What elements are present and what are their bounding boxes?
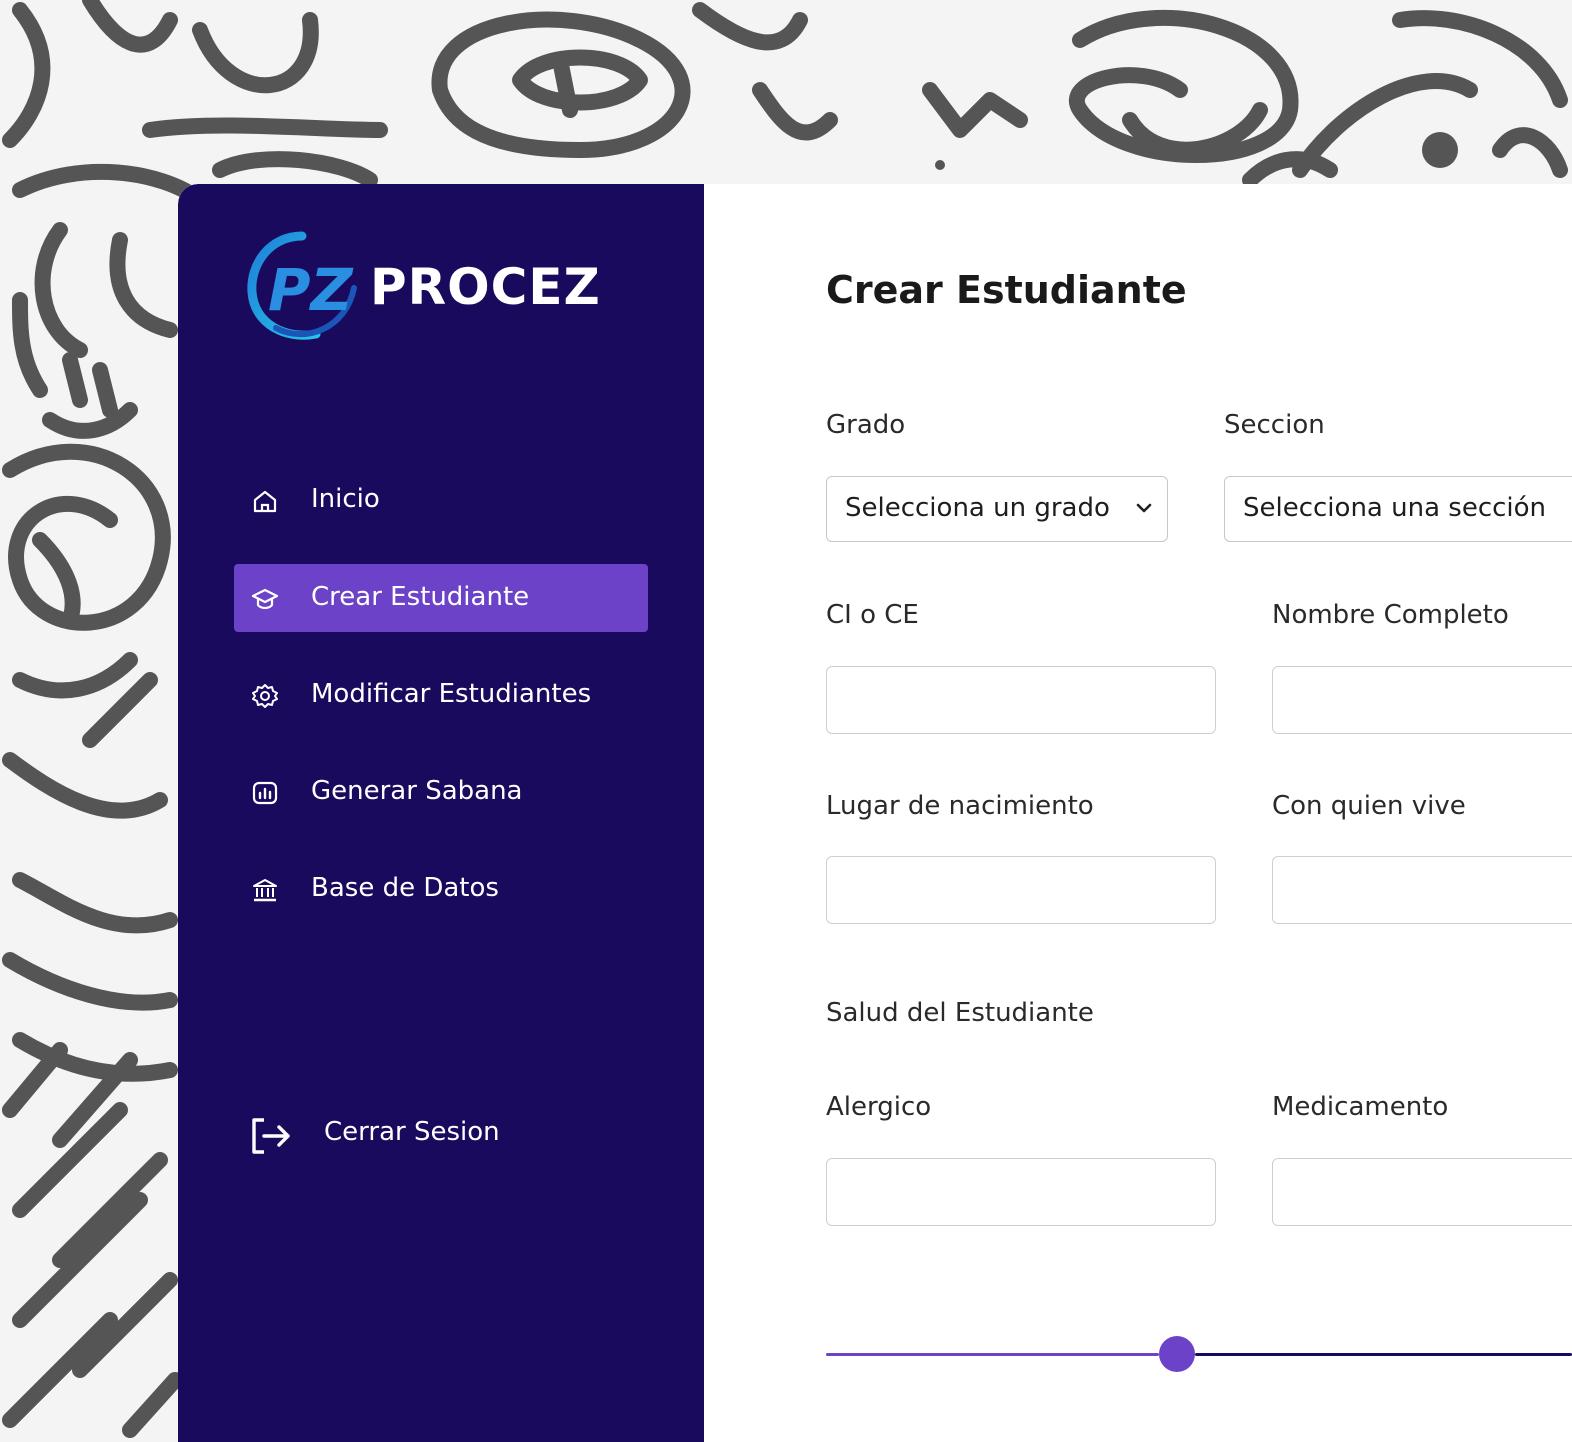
sidebar-item-label: Base de Datos xyxy=(311,873,499,903)
grado-label: Grado xyxy=(826,410,906,440)
slider-track-remaining xyxy=(1195,1353,1572,1356)
sidebar-item-base-de-datos[interactable]: Base de Datos xyxy=(234,855,648,923)
progress-slider[interactable] xyxy=(826,1334,1572,1374)
seccion-label: Seccion xyxy=(1224,410,1325,440)
lugar-nacimiento-input[interactable] xyxy=(826,856,1216,924)
medicamento-input[interactable] xyxy=(1272,1158,1572,1226)
sidebar-item-label: Inicio xyxy=(311,484,380,514)
sidebar-item-crear-estudiante[interactable]: Crear Estudiante xyxy=(234,564,648,632)
app-name: PROCEZ xyxy=(370,258,601,316)
page-title: Crear Estudiante xyxy=(826,268,1187,312)
app-window: PZ PROCEZ Inicio Crear Estudiante Modifi… xyxy=(178,184,1572,1442)
svg-text:PZ: PZ xyxy=(268,256,354,324)
alergico-input[interactable] xyxy=(826,1158,1216,1226)
lugar-nacimiento-label: Lugar de nacimiento xyxy=(826,791,1094,821)
ci-label: CI o CE xyxy=(826,600,919,630)
nombre-completo-label: Nombre Completo xyxy=(1272,600,1509,630)
logo[interactable]: PZ PROCEZ xyxy=(246,228,626,348)
sidebar-item-label: Crear Estudiante xyxy=(311,582,530,612)
chevron-down-icon xyxy=(1136,503,1152,513)
sidebar-item-generar-sabana[interactable]: Generar Sabana xyxy=(234,758,648,826)
con-quien-vive-input[interactable] xyxy=(1272,856,1572,924)
sidebar-item-inicio[interactable]: Inicio xyxy=(234,466,648,534)
ci-input[interactable] xyxy=(826,666,1216,734)
home-icon xyxy=(250,486,280,516)
sidebar: PZ PROCEZ Inicio Crear Estudiante Modifi… xyxy=(178,184,704,1442)
sidebar-item-label: Generar Sabana xyxy=(311,776,523,806)
seccion-select[interactable]: Selecciona una sección xyxy=(1224,476,1572,542)
logout-button[interactable]: Cerrar Sesion xyxy=(248,1114,548,1158)
slider-track-filled xyxy=(826,1353,1159,1356)
chart-icon xyxy=(250,778,280,808)
seccion-select-value: Selecciona una sección xyxy=(1243,493,1547,523)
bank-icon xyxy=(250,875,280,905)
grado-select[interactable]: Selecciona un grado xyxy=(826,476,1168,542)
logout-icon xyxy=(248,1114,294,1158)
alergico-label: Alergico xyxy=(826,1092,932,1122)
sidebar-item-label: Modificar Estudiantes xyxy=(311,679,592,709)
logout-label: Cerrar Sesion xyxy=(324,1117,500,1147)
con-quien-vive-label: Con quien vive xyxy=(1272,791,1466,821)
slider-thumb[interactable] xyxy=(1159,1336,1195,1372)
main-content: Crear Estudiante Grado Selecciona un gra… xyxy=(704,184,1572,1442)
sidebar-item-modificar-estudiantes[interactable]: Modificar Estudiantes xyxy=(234,661,648,729)
medicamento-label: Medicamento xyxy=(1272,1092,1449,1122)
graduation-cap-icon xyxy=(250,584,280,614)
procez-logo-icon: PZ xyxy=(247,231,357,340)
salud-section-title: Salud del Estudiante xyxy=(826,998,1094,1028)
gear-icon xyxy=(250,681,280,711)
nombre-completo-input[interactable] xyxy=(1272,666,1572,734)
grado-select-value: Selecciona un grado xyxy=(845,493,1110,523)
